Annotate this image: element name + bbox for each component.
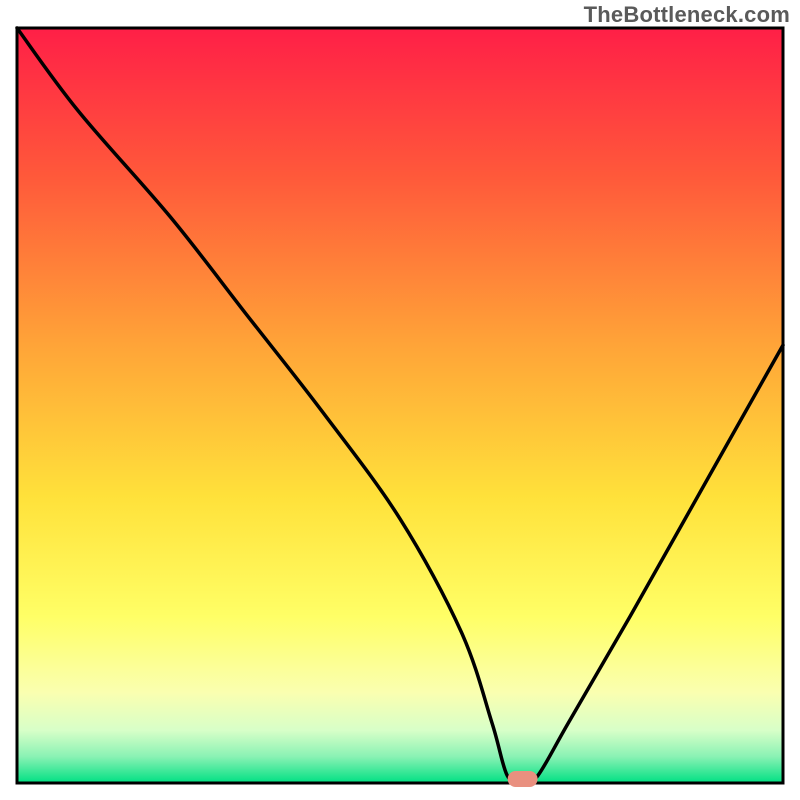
chart-stage: TheBottleneck.com [0, 0, 800, 800]
plot-background [17, 28, 783, 783]
watermark-text: TheBottleneck.com [584, 2, 790, 28]
bottleneck-chart-svg [0, 0, 800, 800]
optimum-marker [508, 771, 538, 787]
